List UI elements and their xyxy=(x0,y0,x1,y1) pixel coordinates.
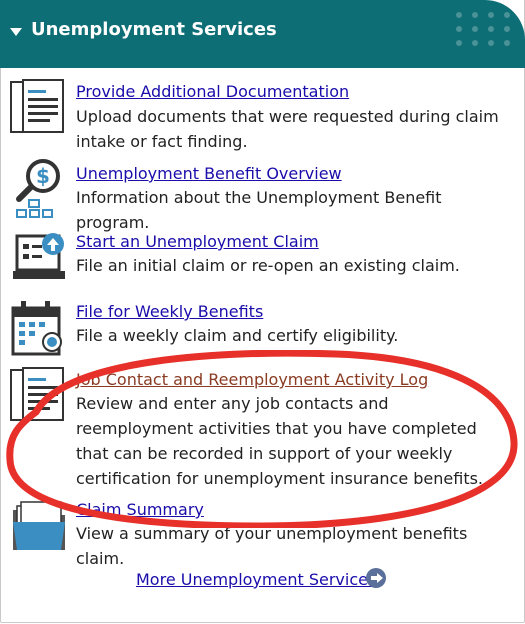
benefit-overview-link[interactable]: Unemployment Benefit Overview xyxy=(76,164,342,183)
decorative-dots-icon xyxy=(456,12,516,60)
weekly-benefits-link[interactable]: File for Weekly Benefits xyxy=(76,302,263,321)
dollar-magnifier-icon: $ xyxy=(16,159,60,218)
start-claim-description: File an initial claim or re-open an exis… xyxy=(76,256,460,275)
panel-header[interactable]: Unemployment Services xyxy=(0,0,525,68)
arrow-right-circle-icon[interactable] xyxy=(366,568,386,588)
start-claim-link[interactable]: Start an Unemployment Claim xyxy=(76,232,319,251)
claim-summary-description: View a summary of your unemployment bene… xyxy=(76,524,468,568)
panel-title: Unemployment Services xyxy=(31,19,277,40)
laptop-upload-icon xyxy=(13,233,65,279)
svg-text:$: $ xyxy=(36,164,50,188)
provide-documentation-description: Upload documents that were requested dur… xyxy=(76,107,499,151)
provide-documentation-link[interactable]: Provide Additional Documentation xyxy=(76,82,349,101)
claim-summary-link[interactable]: Claim Summary xyxy=(76,500,204,519)
more-services-link[interactable]: More Unemployment Services xyxy=(136,570,376,589)
benefit-overview-description: Information about the Unemployment Benef… xyxy=(76,188,442,232)
weekly-benefits-description: File a weekly claim and certify eligibil… xyxy=(76,326,399,345)
document-icon xyxy=(10,367,64,421)
job-contact-log-description: Review and enter any job contacts and re… xyxy=(76,394,484,488)
collapse-caret-icon[interactable] xyxy=(10,28,22,36)
calendar-icon xyxy=(11,301,62,356)
job-contact-log-link[interactable]: Job Contact and Reemployment Activity Lo… xyxy=(76,370,428,389)
document-icon xyxy=(10,79,64,133)
folder-icon xyxy=(13,501,65,550)
